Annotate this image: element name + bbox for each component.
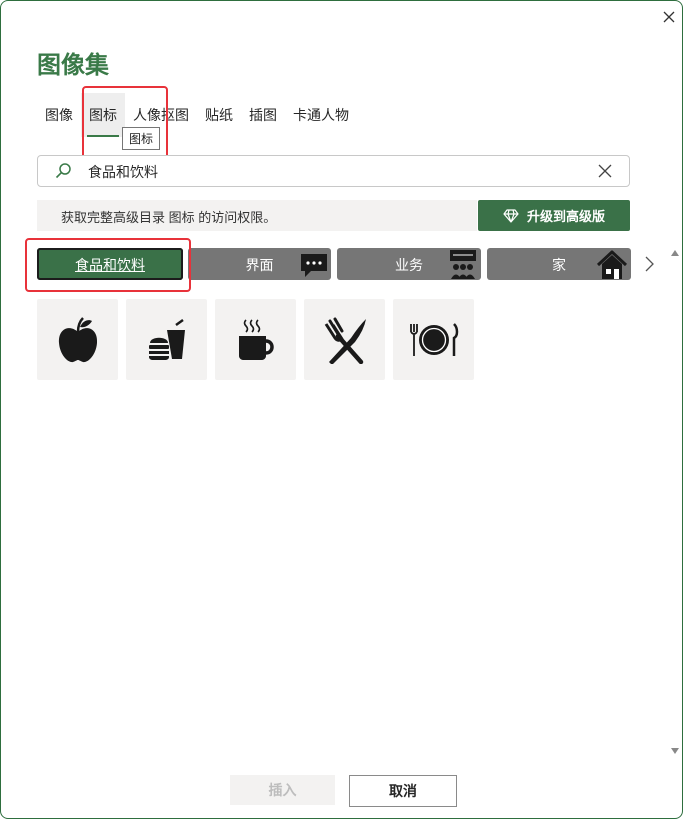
- clear-search-icon[interactable]: [596, 162, 614, 180]
- chat-bubble-icon: [301, 254, 327, 277]
- premium-banner-text: 获取完整高级目录 图标 的访问权限。: [61, 210, 277, 225]
- coffee-cup-icon: [238, 318, 274, 360]
- icon-tile[interactable]: [37, 299, 118, 380]
- category-interface[interactable]: 界面: [188, 248, 331, 280]
- icon-collection-dialog: 图像集 图像 图标 人像抠图 贴纸 插图 卡通人物 图标 获取完整高级目录 图标…: [0, 0, 683, 819]
- icon-tile[interactable]: [126, 299, 207, 380]
- tooltip: 图标: [122, 127, 161, 150]
- category-label: 食品和饮料: [75, 257, 145, 273]
- tab-images[interactable]: 图像: [37, 93, 81, 137]
- icon-grid: [37, 299, 474, 380]
- plate-utensils-icon: [409, 322, 458, 356]
- tab-bar: 图像 图标 人像抠图 贴纸 插图 卡通人物: [37, 93, 357, 137]
- upgrade-button-label: 升级到高级版: [526, 209, 605, 224]
- upgrade-button[interactable]: 升级到高级版: [478, 200, 630, 231]
- search-input[interactable]: [86, 160, 590, 184]
- search-icon: [55, 163, 71, 179]
- premium-banner: 获取完整高级目录 图标 的访问权限。: [37, 200, 477, 231]
- category-home[interactable]: 家: [487, 248, 631, 280]
- search-box: [37, 155, 630, 187]
- meeting-icon: [450, 250, 476, 279]
- fork-knife-icon: [324, 317, 366, 364]
- icon-tile[interactable]: [393, 299, 474, 380]
- tab-stickers[interactable]: 贴纸: [197, 93, 241, 137]
- house-icon: [596, 250, 628, 279]
- dialog-title: 图像集: [37, 52, 109, 79]
- category-carousel: 食品和饮料 界面 业务 家: [37, 248, 631, 280]
- close-icon: [663, 11, 675, 23]
- category-business[interactable]: 业务: [337, 248, 481, 280]
- chevron-right-icon[interactable]: [641, 253, 657, 275]
- fast-food-icon: [148, 318, 185, 360]
- category-food-drink[interactable]: 食品和饮料: [37, 248, 183, 280]
- icon-tile[interactable]: [215, 299, 296, 380]
- close-button[interactable]: [657, 5, 681, 29]
- icon-tile[interactable]: [304, 299, 385, 380]
- cancel-button[interactable]: 取消: [349, 775, 457, 807]
- diamond-icon: [503, 208, 519, 223]
- tab-illustrations[interactable]: 插图: [241, 93, 285, 137]
- tab-cartoon-people[interactable]: 卡通人物: [285, 93, 357, 137]
- insert-button[interactable]: 插入: [230, 775, 335, 805]
- apple-icon: [58, 316, 97, 362]
- tab-icons[interactable]: 图标: [81, 93, 125, 137]
- scroll-up-arrow[interactable]: [671, 249, 679, 257]
- scroll-down-arrow[interactable]: [671, 747, 679, 755]
